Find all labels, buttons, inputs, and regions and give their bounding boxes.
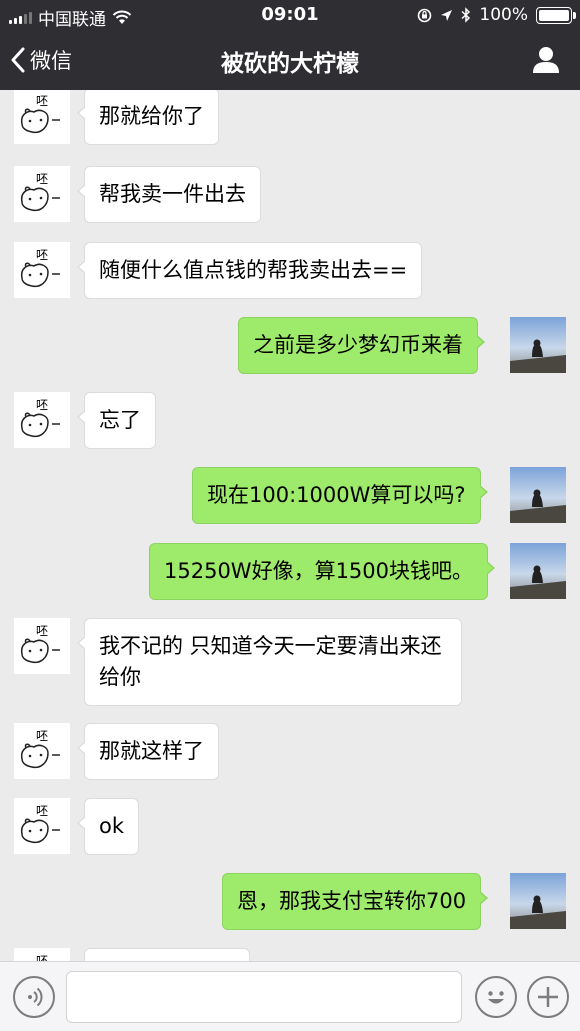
received-message-bubble[interactable]: 那就这样了 — [77, 723, 219, 780]
signal-icon — [9, 11, 32, 24]
contact-avatar[interactable]: 呸 — [14, 166, 70, 222]
input-bar — [0, 961, 580, 1031]
profile-icon[interactable] — [530, 44, 562, 76]
self-avatar[interactable] — [510, 467, 566, 523]
contact-avatar[interactable]: 呸 — [14, 948, 70, 961]
received-message-bubble[interactable]: 随便什么值点钱的帮我卖出去== — [76, 242, 423, 299]
received-message-bubble[interactable]: ok — [76, 798, 140, 855]
avatar-text: 呸 — [36, 94, 48, 108]
more-options-button[interactable] — [527, 976, 569, 1018]
received-message-bubble[interactable]: 忘了 — [77, 392, 156, 449]
wifi-icon — [112, 10, 132, 24]
avatar-text: 呸 — [36, 172, 48, 186]
chat-title: 被砍的大柠檬 — [221, 51, 359, 77]
carrier-label: 中国联通 — [38, 10, 106, 30]
back-label: 微信 — [30, 49, 72, 73]
battery-icon — [536, 6, 576, 24]
self-avatar[interactable] — [510, 543, 566, 599]
status-left: 中国联通 — [9, 5, 132, 30]
message-input[interactable] — [66, 971, 462, 1023]
emoji-button[interactable] — [475, 976, 517, 1018]
sent-message-bubble[interactable]: 现在100:1000W算可以吗? — [192, 467, 488, 524]
received-message-bubble[interactable]: 那就给你了 — [77, 90, 219, 145]
contact-avatar[interactable]: 呸 — [14, 90, 70, 144]
received-message-bubble[interactable]: 帮我卖一件出去 — [77, 166, 261, 223]
plus-icon — [538, 987, 558, 1007]
avatar-text: 呸 — [36, 398, 48, 412]
voice-input-button[interactable] — [13, 976, 55, 1018]
orientation-lock-icon — [418, 8, 432, 22]
status-bar: 中国联通 09:01 100% — [0, 0, 580, 30]
wechat-chat-screen: 中国联通 09:01 100% 微信 被砍的大柠檬 呸 那就给你了 呸 帮我卖一… — [0, 0, 580, 1031]
self-avatar[interactable] — [510, 873, 566, 929]
received-message-bubble[interactable] — [84, 948, 250, 961]
voice-icon — [28, 987, 43, 1007]
sent-message-bubble[interactable]: 之前是多少梦幻币来着 — [238, 317, 485, 374]
contact-avatar[interactable]: 呸 — [14, 242, 70, 298]
sent-message-bubble[interactable]: 15250W好像，算1500块钱吧。 — [149, 543, 496, 600]
avatar-text: 呸 — [36, 804, 48, 818]
nav-bar: 微信 被砍的大柠檬 — [0, 30, 580, 90]
avatar-text: 呸 — [36, 624, 48, 638]
avatar-text: 呸 — [36, 248, 48, 262]
contact-avatar[interactable]: 呸 — [14, 723, 70, 779]
emoji-icon — [488, 991, 504, 1004]
sent-message-bubble[interactable]: 恩，那我支付宝转你700 — [222, 873, 489, 930]
received-message-bubble[interactable]: 我不记的 只知道今天一定要清出来还给你 — [77, 618, 462, 706]
battery-percent: 100% — [479, 5, 528, 25]
message-list[interactable]: 呸 那就给你了 呸 帮我卖一件出去 呸 随便什么值点钱的帮我卖出去== 之前是多… — [0, 90, 580, 961]
bluetooth-icon — [461, 7, 471, 23]
avatar-text: 呸 — [36, 954, 48, 961]
contact-avatar[interactable]: 呸 — [14, 618, 70, 674]
contact-avatar[interactable]: 呸 — [14, 798, 70, 854]
self-avatar[interactable] — [510, 317, 566, 373]
location-icon — [441, 9, 453, 21]
avatar-text: 呸 — [36, 729, 48, 743]
contact-avatar[interactable]: 呸 — [14, 392, 70, 448]
back-button[interactable]: 微信 — [10, 42, 72, 78]
chevron-left-icon — [11, 47, 25, 73]
status-right: 100% — [417, 5, 576, 25]
